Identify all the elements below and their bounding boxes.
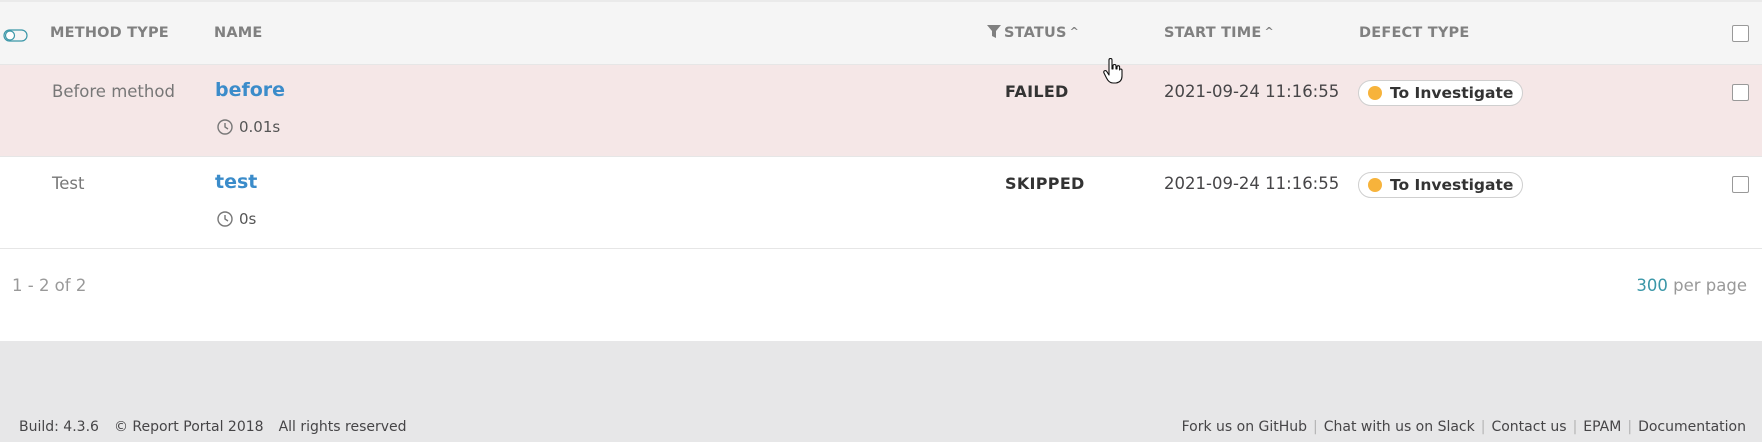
defect-type-label: To Investigate (1390, 176, 1514, 194)
column-header-start-time[interactable]: START TIME ^ (1164, 25, 1274, 41)
item-name-link[interactable]: test (215, 171, 257, 193)
footer-links: Fork us on GitHub | Chat with us on Slac… (1182, 419, 1746, 435)
item-name-link[interactable]: before (215, 79, 285, 101)
rights-text: All rights reserved (278, 419, 407, 435)
footer-link-documentation[interactable]: Documentation (1638, 419, 1746, 435)
duration: 0s (217, 210, 256, 228)
column-header-method-type[interactable]: METHOD TYPE (50, 25, 169, 41)
table-row[interactable]: Before method before 0.01s FAILED 2021-0… (0, 65, 1762, 157)
toggle-icon[interactable] (3, 29, 28, 42)
sort-caret-icon: ^ (1069, 25, 1080, 38)
method-type: Test (52, 174, 85, 193)
footer-separator: | (1627, 419, 1633, 435)
table-header: METHOD TYPE NAME STATUS ^ START TIME ^ DEF… (0, 0, 1762, 65)
sort-caret-icon: ^ (1264, 25, 1274, 38)
pagination: 1 - 2 of 2 300 per page (0, 250, 1762, 340)
per-page-selector[interactable]: 300 per page (1636, 276, 1747, 295)
status-value: SKIPPED (1005, 174, 1085, 193)
duration-value: 0s (239, 210, 257, 228)
copyright: © Report Portal 2018 (113, 419, 264, 435)
clock-icon (217, 211, 233, 227)
column-header-name[interactable]: NAME (214, 25, 263, 41)
per-page-label: per page (1673, 276, 1747, 295)
column-header-defect-type[interactable]: DEFECT TYPE (1359, 25, 1469, 41)
row-checkbox[interactable] (1732, 84, 1749, 101)
footer-separator: | (1572, 419, 1578, 435)
footer-link-slack[interactable]: Chat with us on Slack (1324, 419, 1475, 435)
duration-value: 0.01s (239, 118, 281, 136)
status-value: FAILED (1005, 82, 1069, 101)
duration: 0.01s (217, 118, 280, 136)
pagination-range: 1 - 2 of 2 (12, 276, 87, 295)
start-time-value: 2021-09-24 11:16:55 (1164, 82, 1340, 101)
defect-dot-icon (1368, 86, 1382, 100)
column-header-status-label: STATUS (1004, 25, 1067, 41)
column-header-start-time-label: START TIME (1164, 25, 1262, 41)
footer-separator: | (1480, 419, 1486, 435)
defect-type-badge[interactable]: To Investigate (1358, 172, 1524, 198)
defect-dot-icon (1368, 178, 1382, 192)
footer-link-github[interactable]: Fork us on GitHub (1182, 419, 1307, 435)
method-type: Before method (52, 82, 175, 101)
per-page-value[interactable]: 300 (1636, 276, 1668, 295)
start-time-value: 2021-09-24 11:16:55 (1164, 174, 1340, 193)
footer: Build: 4.3.6 © Report Portal 2018 All ri… (0, 341, 1762, 442)
defect-type-label: To Investigate (1390, 84, 1514, 102)
build-version: Build: 4.3.6 (19, 419, 99, 435)
table-row[interactable]: Test test 0s SKIPPED 2021-09-24 11:16:55… (0, 157, 1762, 249)
clock-icon (217, 119, 233, 135)
defect-type-badge[interactable]: To Investigate (1358, 80, 1524, 106)
hand-pointer-icon (1103, 58, 1123, 84)
select-all-checkbox[interactable] (1732, 25, 1749, 42)
footer-link-epam[interactable]: EPAM (1583, 419, 1621, 435)
filter-icon[interactable] (987, 25, 1001, 39)
column-header-status[interactable]: STATUS ^ (1004, 25, 1079, 41)
footer-link-contact[interactable]: Contact us (1491, 419, 1566, 435)
footer-separator: | (1313, 419, 1318, 435)
footer-info: Build: 4.3.6 © Report Portal 2018 All ri… (19, 419, 407, 435)
row-checkbox[interactable] (1732, 176, 1749, 193)
